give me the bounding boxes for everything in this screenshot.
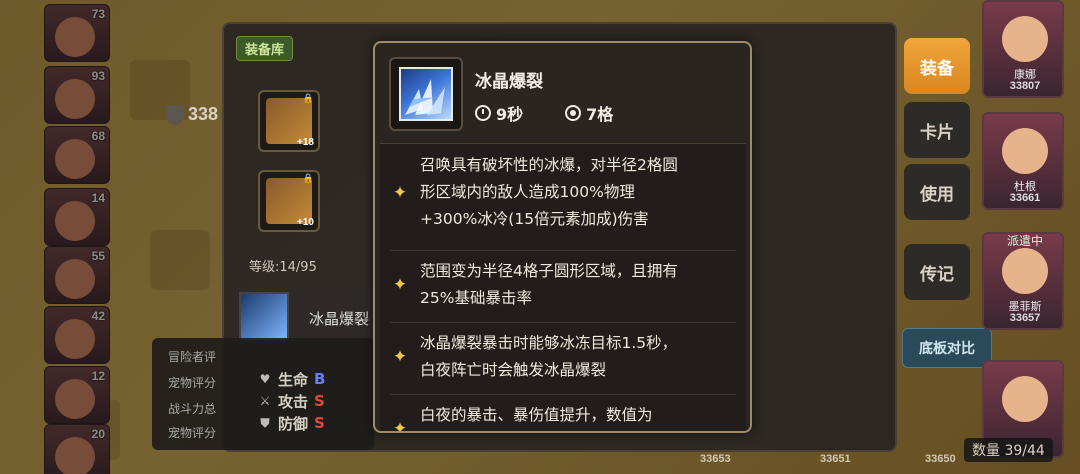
story-tab-button[interactable]: 传记 [904, 244, 970, 300]
effect-line: 形区域内的敌人造成100%物理 [420, 183, 635, 201]
stat-hp: ♥ 生命 B [258, 368, 326, 390]
equip-tab-button[interactable]: 装备 [904, 38, 970, 94]
stat-defense: ⛊ 防御 S [258, 412, 325, 434]
stat-label: 生命 [278, 370, 309, 389]
enhance-level: +10 [297, 217, 314, 228]
heart-icon: ♥ [259, 372, 271, 386]
skill-effect: ✦ 召唤具有破坏性的冰爆，对半径2格圆 形区域内的敌人造成100%物理 +300… [380, 152, 746, 233]
stat-label: 攻击 [278, 392, 309, 411]
hero-card[interactable]: 派遣中 墨菲斯 33657 [982, 232, 1064, 330]
stat-grades: ♥ 生命 B ⚔ 攻击 S ⛊ 防御 S [258, 368, 326, 434]
hero-power: 33653 [700, 453, 731, 465]
shield-icon: ⛊ [260, 415, 270, 430]
effect-line: 召唤具有破坏性的冰爆，对半径2格圆 [420, 156, 678, 174]
divider [390, 394, 736, 395]
skill-effect: ✦ 白夜的暴击、暴伤值提升，数值为 [380, 402, 746, 433]
rating-line: 冒险者评 [168, 350, 217, 364]
rating-line: 宠物评分 [168, 426, 217, 440]
item-count: 数量 39/44 [964, 438, 1053, 462]
skill-meta: 9秒 7格 [475, 101, 613, 125]
rating-line: 宠物评分 [168, 376, 217, 390]
combat-power-value: 338 [188, 104, 219, 124]
hero-power: 33807 [1009, 80, 1041, 92]
lock-icon: 🔒 [302, 174, 314, 184]
hero-power: 33661 [1009, 192, 1041, 204]
hero-power: 33657 [1009, 312, 1041, 324]
stat-grade: B [314, 370, 326, 388]
stat-grade: S [314, 414, 325, 432]
ice-crystal-icon [399, 67, 453, 121]
lock-icon: 🔒 [302, 94, 314, 104]
sword-icon: ⚔ [259, 394, 271, 408]
divider [390, 322, 736, 323]
skill-name: 冰晶爆裂 [309, 310, 370, 328]
dispatch-status: 派遣中 [1006, 234, 1043, 248]
cooldown-value: 9秒 [496, 105, 524, 124]
skill-description: ✦ 召唤具有破坏性的冰爆，对半径2格圆 形区域内的敌人造成100%物理 +300… [380, 143, 746, 433]
effect-line: 范围变为半径4格子圆形区域，且拥有 [420, 262, 678, 280]
stat-attack: ⚔ 攻击 S [258, 390, 325, 412]
card-tab-button[interactable]: 卡片 [904, 102, 970, 158]
clock-icon [475, 105, 491, 121]
skill-effect: ✦ 冰晶爆裂暴击时能够冰冻目标1.5秒， 白夜阵亡时会触发冰晶爆裂 [380, 330, 746, 384]
weapon-slot[interactable]: 🔒 +18 [258, 90, 320, 152]
hero-card[interactable]: 康娜 33807 [982, 0, 1064, 98]
hero-avatar [1002, 128, 1048, 174]
range: 7格 [565, 101, 613, 125]
effect-line: 25%基础暴击率 [420, 289, 532, 307]
stat-label: 防御 [278, 414, 309, 433]
effect-line: +300%冰冷(15倍元素加成)伤害 [420, 210, 649, 228]
compare-button[interactable]: 底板对比 [902, 328, 992, 368]
equipment-library-tab[interactable]: 装备库 [236, 36, 294, 61]
skill-icon-frame [389, 57, 463, 131]
star-icon: ✦ [392, 347, 408, 367]
skill-tooltip: 冰晶爆裂 9秒 7格 ✦ 召唤具有破坏性的冰爆，对半径2格圆 形区域内的敌人造成… [373, 41, 752, 433]
star-icon: ✦ [392, 419, 408, 433]
hero-avatar [1002, 248, 1048, 294]
target-icon [565, 105, 582, 121]
effect-line: 白夜的暴击、暴伤值提升，数值为 [420, 406, 653, 424]
skill-title: 冰晶爆裂 [475, 72, 543, 92]
combat-power: 338 [166, 104, 218, 125]
hero-power: 33650 [925, 453, 956, 465]
hero-avatar [1002, 376, 1048, 422]
effect-line: 冰晶爆裂暴击时能够冰冻目标1.5秒， [420, 334, 678, 352]
rating-line: 战斗力总 [168, 402, 217, 416]
armor-slot[interactable]: 🔒 +10 [258, 170, 320, 232]
range-value: 7格 [586, 105, 614, 124]
star-icon: ✦ [392, 275, 408, 295]
power-shield-icon [166, 104, 184, 125]
stat-grade: S [314, 392, 325, 410]
enhance-level: +18 [297, 137, 314, 148]
cooldown: 9秒 [475, 101, 523, 125]
skill-effect: ✦ 范围变为半径4格子圆形区域，且拥有 25%基础暴击率 [380, 258, 746, 312]
equipment-level: 等级:14/95 [249, 260, 317, 275]
use-tab-button[interactable]: 使用 [904, 164, 970, 220]
hero-card[interactable]: 杜根 33661 [982, 112, 1064, 210]
ice-skill-icon [239, 292, 289, 342]
hero-avatar [1002, 16, 1048, 62]
effect-line: 白夜阵亡时会触发冰晶爆裂 [420, 361, 607, 379]
hero-power: 33651 [820, 453, 851, 465]
divider [390, 250, 736, 251]
star-icon: ✦ [392, 182, 408, 203]
